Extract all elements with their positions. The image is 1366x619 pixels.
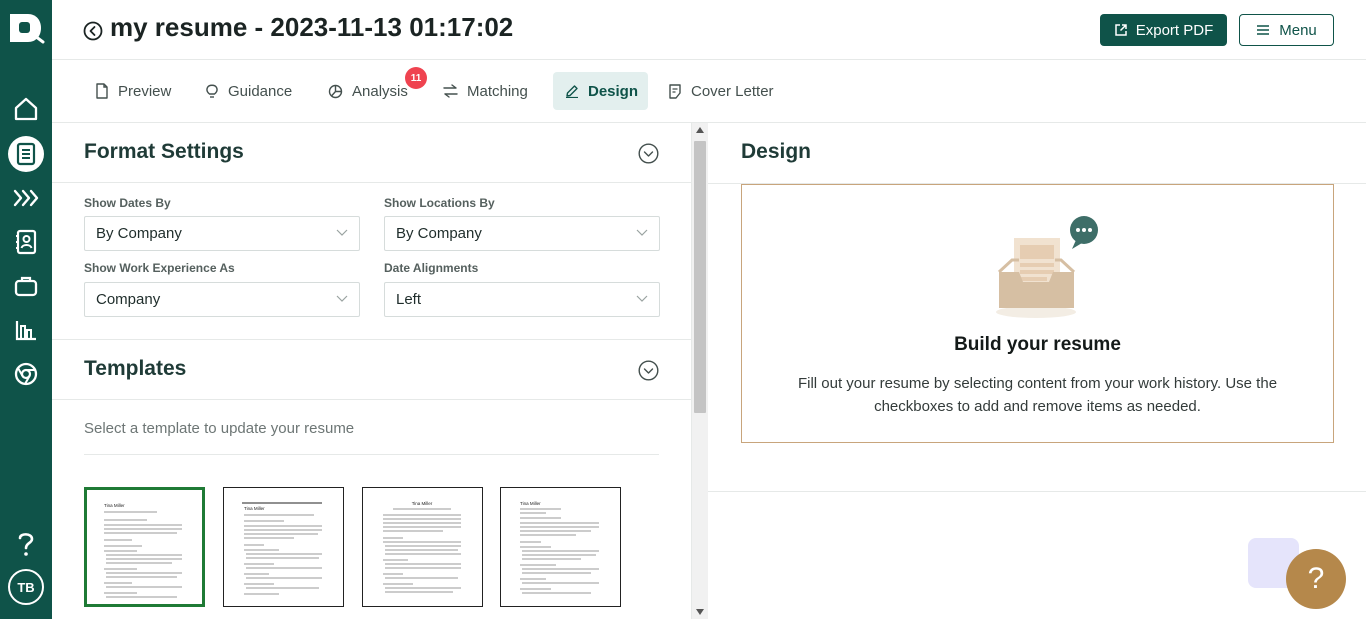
tab-design[interactable]: Design: [553, 72, 648, 110]
note-icon: [669, 83, 681, 99]
home-icon[interactable]: [8, 91, 44, 127]
show-dates-by-label: Show Dates By: [84, 196, 171, 210]
lightbulb-icon: [206, 84, 218, 98]
show-work-experience-as-label: Show Work Experience As: [84, 261, 235, 275]
contacts-icon[interactable]: [8, 224, 44, 260]
settings-panel: Format Settings Show Dates By By Company…: [52, 123, 691, 619]
show-locations-by-select[interactable]: By Company: [384, 216, 660, 251]
design-title: Design: [741, 140, 812, 163]
template-name: Tina Miller: [244, 506, 265, 511]
divider: [708, 491, 1366, 492]
scrollbar-thumb[interactable]: [694, 141, 706, 413]
export-icon: [1114, 24, 1127, 36]
show-dates-by-value: By Company: [96, 225, 182, 242]
templates-hint: Select a template to update your resume: [84, 420, 355, 437]
arrows-icon: [443, 84, 458, 98]
tab-preview-label: Preview: [118, 82, 172, 100]
tab-analysis-label: Analysis: [352, 82, 408, 100]
template-thumbnail-2[interactable]: Tina Miller: [223, 487, 344, 607]
tab-cover-letter-label: Cover Letter: [691, 82, 774, 100]
show-work-experience-as-value: Company: [96, 291, 161, 308]
analysis-count-badge: 11: [405, 67, 427, 89]
show-locations-by-label: Show Locations By: [384, 196, 495, 210]
tab-matching[interactable]: Matching: [431, 72, 540, 110]
empty-state-card: Build your resume Fill out your resume b…: [741, 184, 1334, 443]
chevron-down-icon: [336, 295, 348, 302]
chevron-down-icon: [636, 295, 648, 302]
show-locations-by-value: By Company: [396, 225, 482, 242]
chevron-down-icon: [636, 229, 648, 236]
tab-preview[interactable]: Preview: [83, 72, 183, 110]
export-pdf-button[interactable]: Export PDF: [1100, 14, 1227, 46]
help-icon[interactable]: [8, 526, 44, 562]
inbox-illustration-icon: [992, 216, 1104, 321]
tab-guidance[interactable]: Guidance: [193, 72, 304, 110]
date-alignments-value: Left: [396, 291, 422, 308]
menu-label: Menu: [1279, 21, 1317, 39]
tab-bar: Preview Guidance Analysis 11 Matching De…: [52, 60, 1366, 123]
avatar[interactable]: TB: [8, 569, 44, 605]
empty-state-description: Fill out your resume by selecting conten…: [797, 375, 1278, 415]
collapse-templates-icon[interactable]: [638, 360, 659, 381]
show-work-experience-as-select[interactable]: Company: [84, 282, 360, 317]
template-name: Tina Miller: [104, 503, 125, 508]
collapse-format-settings-icon[interactable]: [638, 143, 659, 164]
scroll-down-arrow-icon[interactable]: [696, 609, 704, 615]
tab-matching-label: Matching: [467, 82, 528, 100]
tab-design-label: Design: [588, 82, 639, 100]
chrome-icon[interactable]: [8, 356, 44, 392]
template-name: Tina Miller: [412, 501, 433, 506]
document-icon: [96, 83, 108, 99]
logo-icon[interactable]: [7, 10, 45, 46]
pie-chart-icon: [328, 84, 343, 98]
tab-guidance-label: Guidance: [228, 82, 293, 100]
export-pdf-label: Export PDF: [1135, 21, 1214, 39]
pencil-icon: [566, 85, 578, 98]
chart-icon[interactable]: [8, 312, 44, 348]
template-name: Tina Miller: [520, 501, 541, 506]
left-panel-scrollbar[interactable]: [691, 123, 708, 619]
empty-state-title: Build your resume: [954, 334, 1121, 355]
help-chat-button[interactable]: ?: [1286, 549, 1346, 609]
show-dates-by-select[interactable]: By Company: [84, 216, 360, 251]
back-arrow-icon[interactable]: [83, 21, 103, 41]
format-settings-title: Format Settings: [84, 140, 244, 163]
tab-cover-letter[interactable]: Cover Letter: [656, 72, 786, 110]
template-thumbnail-3[interactable]: Tina Miller: [362, 487, 483, 607]
hamburger-icon: [1257, 25, 1270, 35]
pipeline-icon[interactable]: [8, 180, 44, 216]
format-settings-header[interactable]: Format Settings: [52, 123, 691, 183]
menu-button[interactable]: Menu: [1239, 14, 1334, 46]
chevron-down-icon: [336, 229, 348, 236]
briefcase-icon[interactable]: [8, 268, 44, 304]
date-alignments-select[interactable]: Left: [384, 282, 660, 317]
scroll-up-arrow-icon[interactable]: [696, 127, 704, 133]
templates-header[interactable]: Templates: [52, 340, 691, 400]
template-thumbnail-1[interactable]: Tina Miller: [84, 487, 205, 607]
template-thumbnail-4[interactable]: Tina Miller: [500, 487, 621, 607]
page-title: my resume - 2023-11-13 01:17:02: [110, 12, 514, 42]
sidebar: TB: [0, 0, 52, 619]
date-alignments-label: Date Alignments: [384, 261, 479, 275]
templates-title: Templates: [84, 357, 187, 380]
divider: [84, 454, 659, 455]
header: my resume - 2023-11-13 01:17:02 Export P…: [52, 0, 1366, 60]
resume-icon[interactable]: [8, 136, 44, 172]
